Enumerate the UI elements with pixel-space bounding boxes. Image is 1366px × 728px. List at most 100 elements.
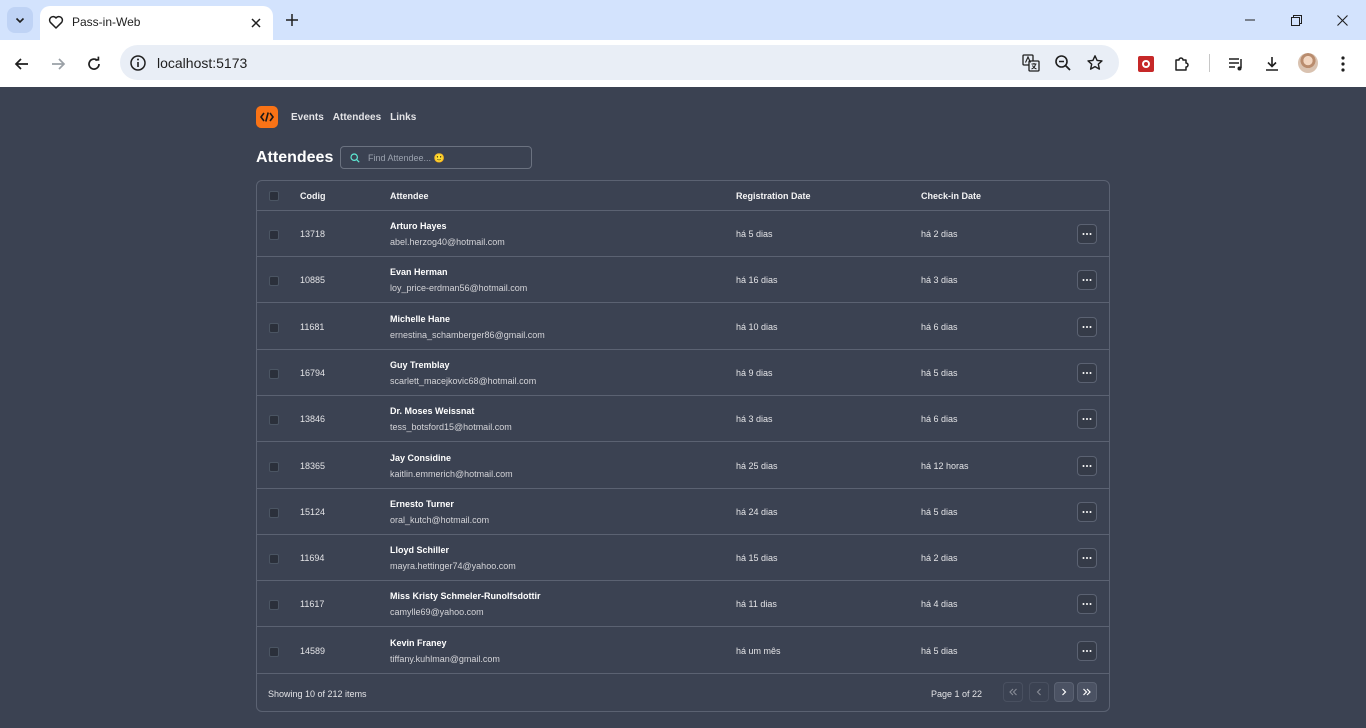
table-footer: Showing 10 of 212 items Page 1 of 22: [257, 674, 1109, 711]
attendee-name: Dr. Moses Weissnat: [390, 406, 475, 416]
checkin-date: há 5 dias: [921, 646, 958, 656]
checkin-date: há 5 dias: [921, 507, 958, 517]
page-title: Attendees: [256, 149, 334, 166]
row-checkbox[interactable]: [269, 600, 279, 610]
close-icon: [251, 18, 261, 28]
row-actions-button[interactable]: [1077, 548, 1097, 568]
items-count: Showing 10 of 212 items: [268, 689, 367, 699]
registration-date: há 16 dias: [736, 275, 778, 285]
minimize-button[interactable]: [1227, 5, 1273, 35]
forward-button[interactable]: [45, 51, 71, 77]
row-actions-button[interactable]: [1077, 641, 1097, 661]
attendee-email: mayra.hettinger74@yahoo.com: [390, 561, 516, 571]
attendees-table: Codig Attendee Registration Date Check-i…: [256, 180, 1110, 712]
registration-date: há 11 dias: [736, 599, 777, 609]
row-actions-button[interactable]: [1077, 409, 1097, 429]
translate-button[interactable]: [1021, 53, 1041, 73]
table-row: 13718 Arturo Hayes abel.herzog40@hotmail.c…: [257, 211, 1109, 257]
extension-button[interactable]: [1134, 52, 1158, 76]
code-brackets-icon: [260, 112, 274, 122]
bookmark-button[interactable]: [1085, 53, 1105, 73]
row-checkbox[interactable]: [269, 508, 279, 518]
nav-link-attendees[interactable]: Attendees: [333, 112, 381, 123]
row-checkbox[interactable]: [269, 230, 279, 240]
row-actions-button[interactable]: [1077, 502, 1097, 522]
media-controls-button[interactable]: [1224, 52, 1248, 76]
attendee-name: Michelle Hane: [390, 314, 451, 324]
table-row: 14589 Kevin Franey tiffany.kuhlman@gmail.c…: [257, 628, 1109, 674]
next-page-button[interactable]: [1054, 682, 1074, 702]
plus-icon: [286, 14, 298, 26]
row-actions-button[interactable]: [1077, 456, 1097, 476]
search-input[interactable]: [368, 152, 518, 163]
attendee-email: camylle69@yahoo.com: [390, 607, 484, 617]
registration-date: há 9 dias: [736, 368, 773, 378]
column-header-registration: Registration Date: [736, 191, 811, 201]
top-nav: Events Attendees Links: [256, 106, 416, 128]
row-checkbox[interactable]: [269, 462, 279, 472]
restore-icon: [1290, 14, 1302, 26]
arrow-right-icon: [52, 58, 66, 70]
more-vertical-icon: [1341, 56, 1345, 72]
nav-link-links[interactable]: Links: [390, 112, 416, 123]
row-checkbox[interactable]: [269, 369, 279, 379]
tab-search-button[interactable]: [7, 7, 33, 33]
info-icon[interactable]: [129, 54, 147, 72]
previous-page-button[interactable]: [1029, 682, 1049, 702]
row-actions-button[interactable]: [1077, 363, 1097, 383]
search-box[interactable]: [340, 146, 532, 169]
row-checkbox[interactable]: [269, 647, 279, 657]
first-page-button[interactable]: [1003, 682, 1023, 702]
attendee-email: oral_kutch@hotmail.com: [390, 515, 490, 525]
row-actions-button[interactable]: [1077, 317, 1097, 337]
checkin-date: há 3 dias: [921, 275, 958, 285]
close-window-button[interactable]: [1319, 5, 1365, 35]
browser-tab[interactable]: Pass-in-Web: [40, 6, 273, 40]
column-header-checkin: Check-in Date: [921, 191, 982, 201]
profile-avatar[interactable]: [1298, 53, 1318, 73]
attendee-name: Kevin Franey: [390, 638, 447, 648]
checkin-date: há 2 dias: [921, 553, 958, 563]
row-checkbox[interactable]: [269, 554, 279, 564]
translate-icon: [1022, 54, 1040, 72]
row-checkbox[interactable]: [269, 276, 279, 286]
browser-tab-bar: Pass-in-Web: [0, 0, 1366, 40]
more-horizontal-icon: [1082, 465, 1092, 467]
attendee-name: Arturo Hayes: [390, 221, 447, 231]
nav-link-events[interactable]: Events: [291, 112, 324, 123]
browser-menu-button[interactable]: [1331, 52, 1355, 76]
extensions-button[interactable]: [1170, 52, 1194, 76]
back-button[interactable]: [9, 51, 35, 77]
row-checkbox[interactable]: [269, 323, 279, 333]
address-bar[interactable]: localhost:5173: [120, 45, 1119, 80]
reload-button[interactable]: [81, 51, 107, 77]
table-row: 10885 Evan Herman loy_price-erdman56@hotma…: [257, 257, 1109, 303]
zoom-button[interactable]: [1053, 53, 1073, 73]
more-horizontal-icon: [1082, 557, 1092, 559]
row-actions-button[interactable]: [1077, 270, 1097, 290]
more-horizontal-icon: [1082, 233, 1092, 235]
chevron-down-icon: [15, 17, 25, 24]
row-checkbox[interactable]: [269, 415, 279, 425]
registration-date: há 15 dias: [736, 553, 778, 563]
select-all-checkbox[interactable]: [269, 191, 279, 201]
registration-date: há 5 dias: [736, 229, 773, 239]
row-actions-button[interactable]: [1077, 594, 1097, 614]
table-row: 15124 Ernesto Turner oral_kutch@hotmail.co…: [257, 489, 1109, 535]
attendee-name: Miss Kristy Schmeler-Runolfsdottir: [390, 591, 541, 601]
attendee-code: 11617: [300, 599, 325, 609]
attendee-code: 11694: [300, 553, 325, 563]
table-row: 11617 Miss Kristy Schmeler-Runolfsdottir c…: [257, 581, 1109, 627]
downloads-button[interactable]: [1260, 52, 1284, 76]
row-actions-button[interactable]: [1077, 224, 1097, 244]
registration-date: há 3 dias: [736, 414, 773, 424]
tab-close-button[interactable]: [246, 13, 266, 33]
new-tab-button[interactable]: [281, 9, 303, 31]
table-row: 11694 Lloyd Schiller mayra.hettinger74@yah…: [257, 535, 1109, 581]
heart-icon: [48, 15, 64, 29]
toolbar-separator: [1209, 54, 1210, 72]
restore-button[interactable]: [1273, 5, 1319, 35]
app-logo[interactable]: [256, 106, 278, 128]
reload-icon: [88, 56, 100, 70]
last-page-button[interactable]: [1077, 682, 1097, 702]
